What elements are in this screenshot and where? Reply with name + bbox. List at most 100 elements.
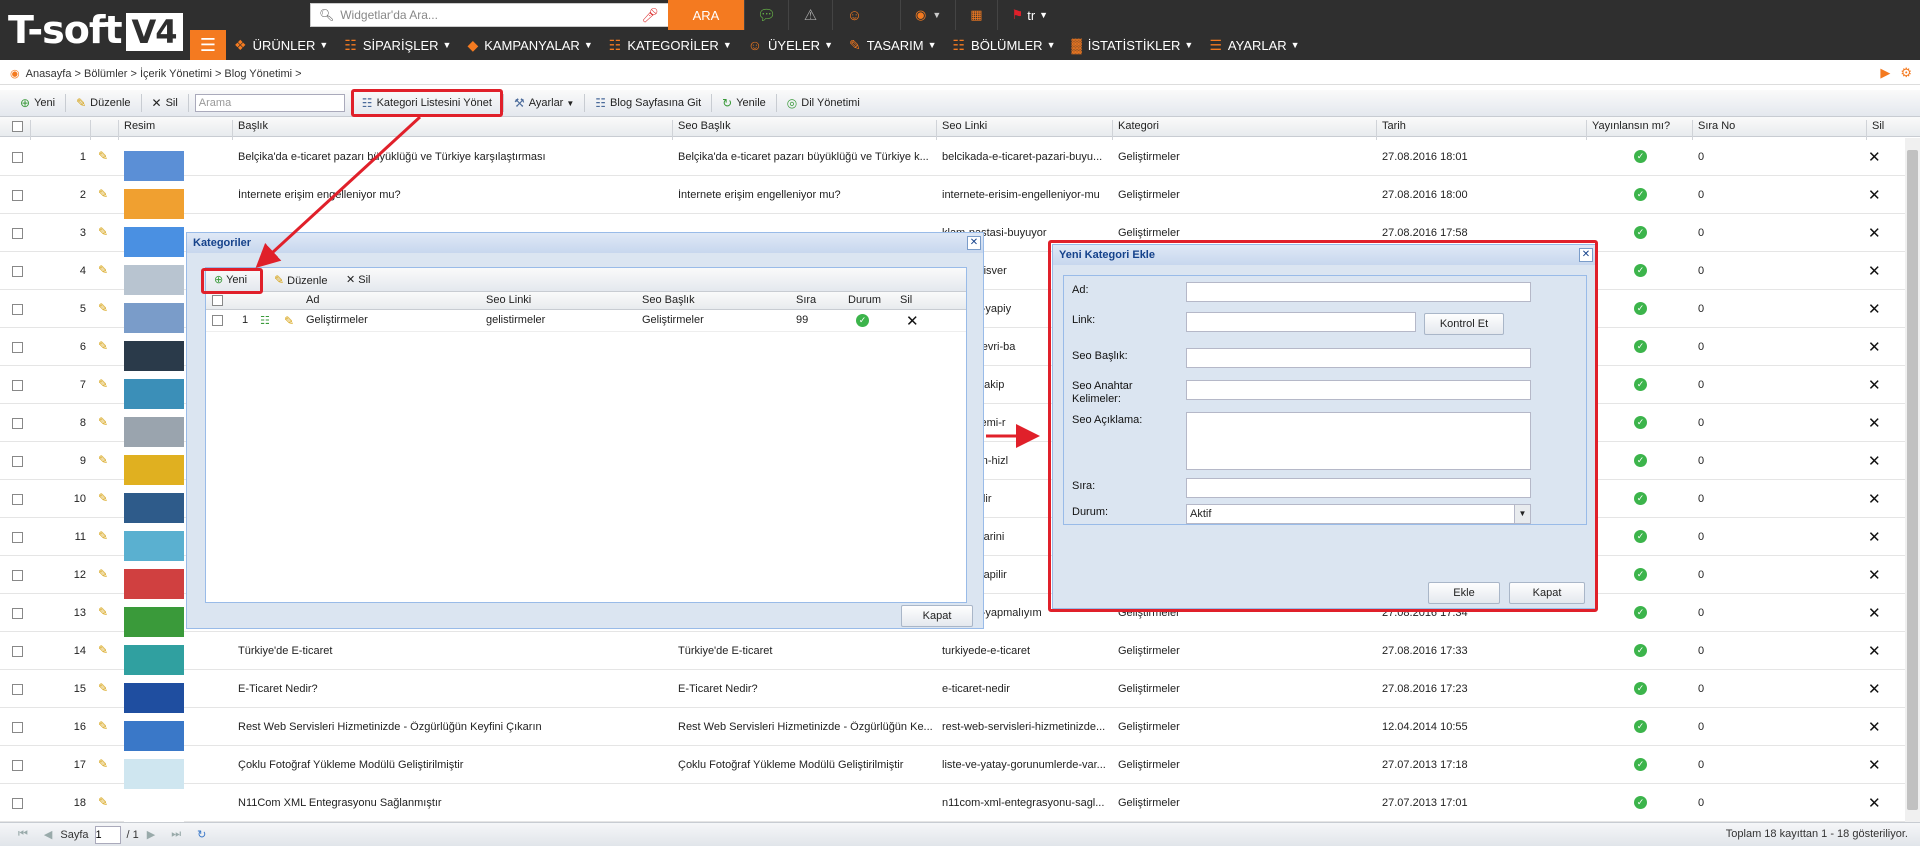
nav-istatistikler[interactable]: ▓ İSTATİSTİKLER ▼ — [1064, 30, 1202, 60]
published-icon[interactable]: ✓ — [1634, 378, 1647, 391]
edit-icon[interactable]: ✎ — [98, 643, 108, 657]
edit-icon[interactable]: ✎ — [98, 377, 108, 391]
published-icon[interactable]: ✓ — [1634, 720, 1647, 733]
row-checkbox[interactable] — [12, 798, 23, 809]
edit-icon[interactable]: ✎ — [98, 719, 108, 733]
widget-search-input[interactable]: 🔍︎ Widgetlar'da Ara... 🎤︎ — [310, 3, 670, 27]
status-active-icon[interactable]: ✓ — [856, 314, 869, 327]
last-page-icon[interactable]: ⏭︎ — [171, 828, 181, 841]
edit-icon[interactable]: ✎ — [98, 681, 108, 695]
published-icon[interactable]: ✓ — [1634, 188, 1647, 201]
goto-blog-button[interactable]: ☷ Blog Sayfasına Git — [585, 92, 711, 114]
row-checkbox[interactable] — [12, 342, 23, 353]
gear-icon[interactable]: ⚙ — [1900, 65, 1912, 81]
edit-icon[interactable]: ✎ — [98, 301, 108, 315]
refresh-button[interactable]: ↻ Yenile — [712, 92, 776, 114]
row-checkbox[interactable] — [12, 570, 23, 581]
col-durum[interactable]: Durum — [848, 294, 881, 306]
col-sil[interactable]: Sil — [1872, 120, 1884, 132]
edit-icon[interactable]: ✎ — [98, 567, 108, 581]
col-seo-baslik[interactable]: Seo Başlık — [642, 294, 695, 306]
page-number-input[interactable] — [94, 825, 121, 844]
nav-urunler[interactable]: ❖ ÜRÜNLER ▼ — [226, 30, 336, 60]
row-checkbox[interactable] — [12, 494, 23, 505]
edit-icon[interactable]: ✎ — [98, 453, 108, 467]
row-checkbox[interactable] — [12, 722, 23, 733]
col-sil[interactable]: Sil — [900, 294, 912, 306]
delete-icon[interactable]: ✕ — [1868, 794, 1881, 812]
delete-icon[interactable]: ✕ — [1868, 338, 1881, 356]
col-baslik[interactable]: Başlık — [238, 120, 268, 132]
published-icon[interactable]: ✓ — [1634, 796, 1647, 809]
published-icon[interactable]: ✓ — [1634, 150, 1647, 163]
col-resim[interactable]: Resim — [124, 120, 155, 132]
microphone-icon[interactable]: 🎤︎ — [641, 7, 659, 24]
table-row[interactable]: 15 ✎ E-Ticaret Nedir? E-Ticaret Nedir? e-tic… — [0, 670, 1905, 713]
row-checkbox[interactable] — [12, 532, 23, 543]
delete-icon[interactable]: ✕ — [906, 312, 919, 330]
delete-icon[interactable]: ✕ — [1868, 566, 1881, 584]
published-icon[interactable]: ✓ — [1634, 340, 1647, 353]
delete-icon[interactable]: ✕ — [1868, 300, 1881, 318]
published-icon[interactable]: ✓ — [1634, 568, 1647, 581]
delete-icon[interactable]: ✕ — [1868, 680, 1881, 698]
row-checkbox[interactable] — [12, 684, 23, 695]
edit-icon[interactable]: ✎ — [98, 149, 108, 163]
delete-icon[interactable]: ✕ — [1868, 376, 1881, 394]
row-checkbox[interactable] — [12, 608, 23, 619]
categories-dialog-title[interactable]: Kategoriler — [187, 233, 983, 253]
warning-icon[interactable]: ⚠︎ — [788, 0, 832, 30]
delete-icon[interactable]: ✕ — [1868, 604, 1881, 622]
nav-kampanyalar[interactable]: ◆ KAMPANYALAR ▼ — [459, 30, 600, 60]
row-checkbox[interactable] — [12, 228, 23, 239]
manage-category-list-button[interactable]: ☷ Kategori Listesini Yönet — [350, 89, 503, 117]
published-icon[interactable]: ✓ — [1634, 226, 1647, 239]
edit-icon[interactable]: ✎ — [284, 314, 294, 328]
col-seo-linki[interactable]: Seo Linki — [486, 294, 531, 306]
published-icon[interactable]: ✓ — [1634, 302, 1647, 315]
language-management-button[interactable]: ◎ Dil Yönetimi — [777, 92, 870, 114]
nav-uyeler[interactable]: ☺ ÜYELER ▼ — [740, 30, 841, 60]
search-button[interactable]: ARA — [668, 0, 744, 30]
published-icon[interactable]: ✓ — [1634, 606, 1647, 619]
row-checkbox[interactable] — [12, 304, 23, 315]
col-seo-baslik[interactable]: Seo Başlık — [678, 120, 731, 132]
apps-grid-icon[interactable]: ▦ — [955, 0, 996, 30]
select-all-checkbox[interactable] — [212, 295, 223, 306]
edit-icon[interactable]: ✎ — [98, 529, 108, 543]
delete-icon[interactable]: ✕ — [1868, 148, 1881, 166]
category-edit-button[interactable]: ✎ Düzenle — [274, 273, 327, 287]
settings-menu-button[interactable]: ⚒ Ayarlar ▼ — [504, 92, 584, 114]
published-icon[interactable]: ✓ — [1634, 416, 1647, 429]
row-checkbox[interactable] — [12, 152, 23, 163]
edit-icon[interactable]: ✎ — [98, 491, 108, 505]
published-icon[interactable]: ✓ — [1634, 454, 1647, 467]
category-delete-button[interactable]: ✕ Sil — [346, 273, 371, 286]
col-sira[interactable]: Sıra — [796, 294, 816, 306]
nav-ayarlar[interactable]: ☰ AYARLAR ▼ — [1201, 30, 1307, 60]
edit-icon[interactable]: ✎ — [98, 187, 108, 201]
delete-icon[interactable]: ✕ — [1868, 642, 1881, 660]
refresh-icon[interactable]: ↻ — [197, 828, 206, 841]
table-row[interactable]: 17 ✎ Çoklu Fotoğraf Yükleme Modülü Gelişti… — [0, 746, 1905, 789]
chat-icon[interactable]: 💬︎ — [744, 0, 788, 30]
row-checkbox[interactable] — [12, 266, 23, 277]
col-seo-linki[interactable]: Seo Linki — [942, 120, 987, 132]
delete-icon[interactable]: ✕ — [1868, 528, 1881, 546]
grid-search-input[interactable]: Arama — [194, 94, 345, 112]
row-checkbox[interactable] — [12, 190, 23, 201]
move-icon[interactable]: ☷ — [260, 314, 270, 327]
nav-kategoriler[interactable]: ☷ KATEGORİLER ▼ — [601, 30, 740, 60]
first-page-icon[interactable]: ⏮︎ — [18, 828, 28, 841]
published-icon[interactable]: ✓ — [1634, 264, 1647, 277]
select-all-checkbox[interactable] — [12, 121, 23, 132]
delete-icon[interactable]: ✕ — [1868, 262, 1881, 280]
edit-icon[interactable]: ✎ — [98, 415, 108, 429]
eye-icon[interactable]: ◉ ▼ — [900, 0, 955, 30]
breadcrumb-text[interactable]: Anasayfa > Bölümler > İçerik Yönetimi > … — [26, 68, 302, 80]
edit-icon[interactable]: ✎ — [98, 757, 108, 771]
delete-icon[interactable]: ✕ — [1868, 490, 1881, 508]
close-icon[interactable]: ✕ — [967, 236, 981, 250]
edit-icon[interactable]: ✎ — [98, 339, 108, 353]
nav-siparisler[interactable]: ☷ SİPARİŞLER ▼ — [336, 30, 459, 60]
